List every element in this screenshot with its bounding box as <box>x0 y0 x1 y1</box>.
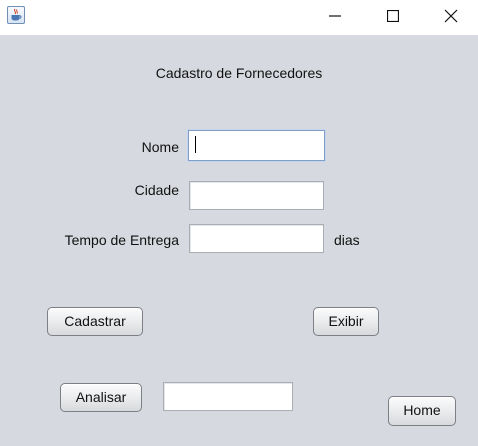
minimize-icon <box>329 15 341 17</box>
cadastrar-button[interactable]: Cadastrar <box>47 307 143 336</box>
window-titlebar <box>0 0 478 35</box>
analisar-result-field[interactable] <box>163 382 293 411</box>
tempo-entrega-label: Tempo de Entrega <box>64 232 179 248</box>
close-icon <box>444 9 458 23</box>
home-button[interactable]: Home <box>388 396 456 426</box>
cidade-label: Cidade <box>134 182 179 198</box>
form-title: Cadastro de Fornecedores <box>155 65 323 81</box>
nome-field[interactable] <box>188 130 325 161</box>
java-cup-icon <box>7 6 25 24</box>
minimize-button[interactable] <box>312 0 358 32</box>
tempo-entrega-field[interactable] <box>189 224 324 253</box>
close-button[interactable] <box>428 0 474 32</box>
dias-label: dias <box>334 232 360 248</box>
maximize-button[interactable] <box>370 0 416 32</box>
text-caret <box>195 136 196 153</box>
analisar-button[interactable]: Analisar <box>60 383 142 412</box>
nome-label: Nome <box>141 139 179 155</box>
exibir-button[interactable]: Exibir <box>313 307 379 336</box>
cidade-field[interactable] <box>189 181 324 210</box>
maximize-icon <box>387 10 399 22</box>
